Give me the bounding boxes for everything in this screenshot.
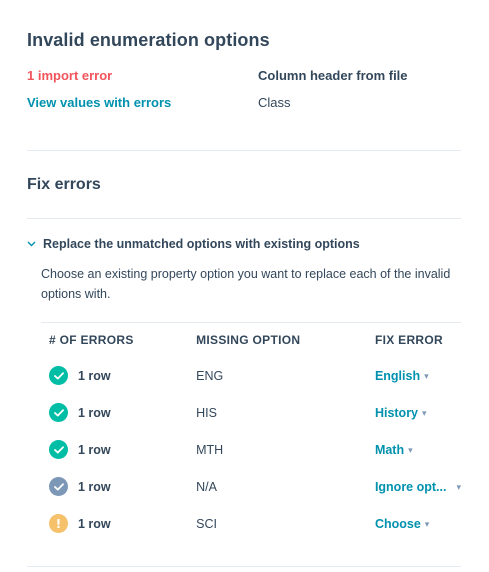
warning-icon: !	[49, 514, 68, 533]
import-error-link[interactable]: 1 import error	[27, 68, 112, 83]
caret-down-icon: ▾	[456, 481, 461, 492]
caret-down-icon: ▾	[424, 370, 429, 381]
error-count: 1 row	[78, 405, 111, 420]
divider	[27, 150, 461, 151]
error-count: 1 row	[78, 368, 111, 383]
table-row: 1 row MTH Math ▾	[41, 431, 461, 468]
fix-error-column-header: FIX ERROR	[366, 322, 461, 357]
fix-error-dropdown[interactable]: English ▾	[375, 369, 429, 383]
check-circle-icon	[49, 477, 68, 496]
missing-option: MTH	[196, 442, 224, 457]
fix-error-dropdown[interactable]: Ignore opt... ▾	[375, 480, 461, 494]
fix-error-dropdown[interactable]: Math ▾	[375, 443, 413, 457]
page-title: Invalid enumeration options	[27, 30, 270, 50]
view-values-link[interactable]: View values with errors	[27, 95, 171, 110]
replace-options-description: Choose an existing property option you w…	[41, 267, 451, 301]
check-circle-icon	[49, 403, 68, 422]
caret-down-icon: ▾	[408, 444, 413, 455]
table-row: 1 row N/A Ignore opt... ▾	[41, 468, 461, 505]
table-header-row: # OF ERRORS MISSING OPTION FIX ERROR	[41, 322, 461, 357]
missing-option: SCI	[196, 516, 217, 531]
table-row: 1 row HIS History ▾	[41, 394, 461, 431]
fix-errors-title: Fix errors	[27, 176, 101, 193]
missing-option: N/A	[196, 479, 217, 494]
fix-error-dropdown[interactable]: History ▾	[375, 406, 427, 420]
error-count: 1 row	[78, 442, 111, 457]
caret-down-icon: ▾	[422, 407, 427, 418]
replace-options-toggle[interactable]: Replace the unmatched options with exist…	[27, 237, 461, 251]
divider	[27, 218, 461, 219]
caret-down-icon: ▾	[424, 518, 430, 529]
missing-option: HIS	[196, 405, 217, 420]
table-row: ! 1 row SCI Choose ▾	[41, 505, 461, 542]
missing-option-column-header: MISSING OPTION	[188, 322, 367, 357]
check-circle-icon	[49, 440, 68, 459]
column-header-label: Column header from file	[258, 68, 408, 83]
missing-option: ENG	[196, 368, 224, 383]
fix-error-dropdown[interactable]: Choose ▾	[375, 517, 429, 531]
replace-options-label: Replace the unmatched options with exist…	[43, 237, 360, 251]
divider	[27, 566, 461, 567]
errors-column-header: # OF ERRORS	[41, 322, 189, 357]
column-header-value: Class	[258, 95, 291, 110]
error-count: 1 row	[78, 479, 111, 494]
error-summary: 1 import error Column header from file V…	[27, 66, 461, 120]
chevron-down-icon	[27, 239, 41, 250]
table-row: 1 row ENG English ▾	[41, 357, 461, 394]
check-circle-icon	[49, 366, 68, 385]
fix-errors-table: # OF ERRORS MISSING OPTION FIX ERROR 1 r…	[41, 322, 461, 542]
error-count: 1 row	[78, 516, 111, 531]
